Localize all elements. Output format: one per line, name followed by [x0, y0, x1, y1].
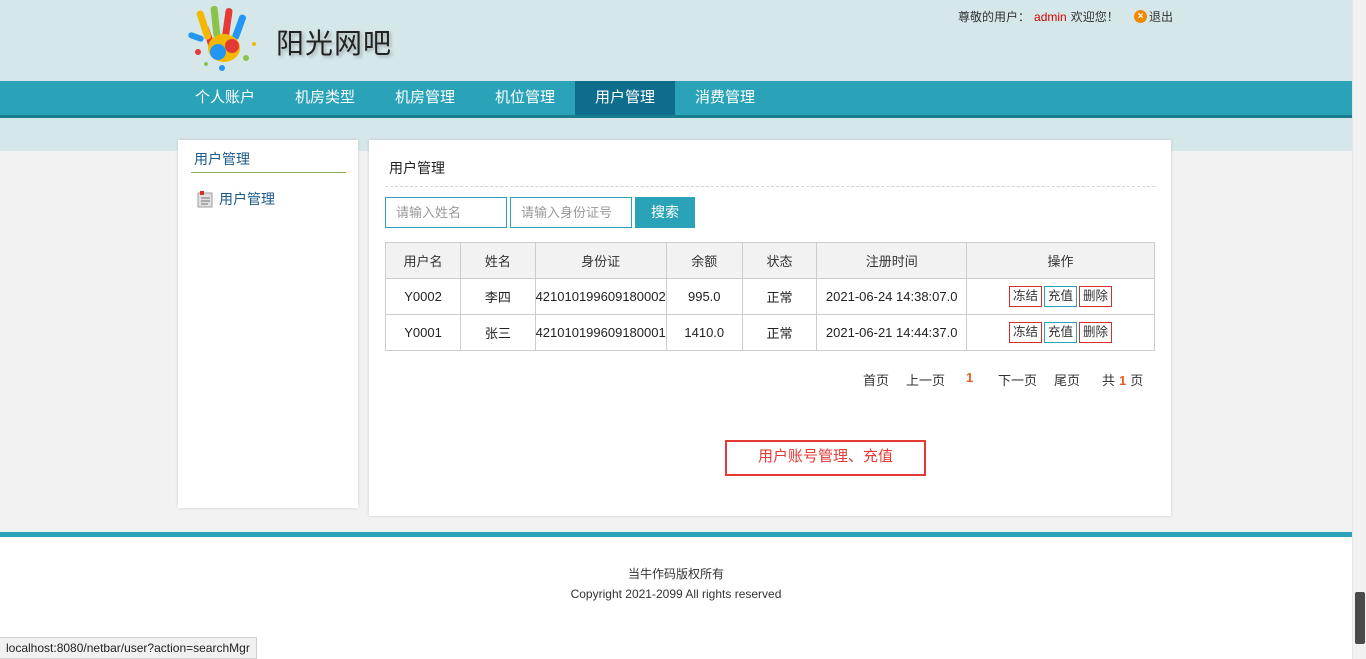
- name-search-input[interactable]: [385, 197, 507, 228]
- cell-username: Y0001: [384, 314, 462, 351]
- delete-button[interactable]: 删除: [1079, 286, 1113, 307]
- nav-item-seat-management[interactable]: 机位管理: [475, 81, 575, 115]
- document-icon: [197, 190, 213, 207]
- user-table: 用户名 姓名 身份证 余额 状态 注册时间 操作 Y0002 李四 421010…: [384, 242, 1155, 351]
- logout-label: 退出: [1149, 10, 1174, 24]
- cell-id-card: 421010199609180001: [534, 314, 667, 351]
- cell-id-card: 421010199609180002: [534, 278, 667, 315]
- site-name: 阳光网吧: [276, 28, 393, 59]
- search-button[interactable]: 搜索: [635, 197, 695, 228]
- browser-status-url: localhost:8080/netbar/user?action=search…: [0, 637, 257, 659]
- column-header-id-card: 身份证: [534, 242, 667, 279]
- title-divider: [385, 186, 1155, 187]
- table-header-row: 用户名 姓名 身份证 余额 状态 注册时间 操作: [384, 242, 1155, 279]
- freeze-button[interactable]: 冻结: [1009, 286, 1043, 307]
- cell-balance: 1410.0: [665, 314, 743, 351]
- pager-first[interactable]: 首页: [863, 370, 889, 389]
- footer-copyright-en: Copyright 2021-2099 All rights reserved: [570, 587, 782, 601]
- table-row: Y0002 李四 421010199609180002 995.0 正常 202…: [384, 278, 1155, 315]
- annotation-box: 用户账号管理、充值: [725, 440, 926, 476]
- column-header-actions: 操作: [966, 242, 1155, 279]
- sidebar-item-user-management[interactable]: 用户管理: [197, 189, 275, 209]
- sidebar-divider: [191, 172, 346, 173]
- welcome-text: 尊敬的用户： admin 欢迎您！: [958, 8, 1119, 25]
- welcome-suffix: 欢迎您！: [1070, 10, 1119, 24]
- nav-item-personal-account[interactable]: 个人账户: [175, 81, 275, 115]
- cell-actions: 冻结 充值 删除: [966, 278, 1155, 315]
- cell-name: 张三: [460, 314, 536, 351]
- nav-item-consumption-management[interactable]: 消费管理: [675, 81, 775, 115]
- sidebar-item-label: 用户管理: [219, 191, 275, 207]
- pager-last[interactable]: 尾页: [1054, 370, 1080, 389]
- recharge-button[interactable]: 充值: [1044, 286, 1078, 307]
- nav-item-user-management[interactable]: 用户管理: [575, 81, 675, 115]
- sidebar: 用户管理 用户管理: [178, 140, 358, 508]
- column-header-reg-time: 注册时间: [816, 242, 968, 279]
- cell-actions: 冻结 充值 删除: [966, 314, 1155, 351]
- delete-button[interactable]: 删除: [1079, 322, 1113, 343]
- pager-total-suffix: 页: [1130, 373, 1144, 388]
- table-row: Y0001 张三 421010199609180001 1410.0 正常 20…: [384, 314, 1155, 351]
- page-scrollbar[interactable]: [1352, 0, 1366, 659]
- sidebar-title: 用户管理: [194, 151, 250, 167]
- cell-reg-time: 2021-06-24 14:38:07.0: [816, 278, 968, 315]
- column-header-balance: 余额: [665, 242, 743, 279]
- nav-item-room-type[interactable]: 机房类型: [275, 81, 375, 115]
- recharge-button[interactable]: 充值: [1044, 322, 1078, 343]
- footer-copyright-cn: 当牛作码版权所有: [627, 567, 724, 581]
- pager-current[interactable]: 1: [966, 370, 973, 385]
- cell-balance: 995.0: [665, 278, 743, 315]
- id-card-search-input[interactable]: [510, 197, 632, 228]
- cell-username: Y0002: [384, 278, 462, 315]
- scrollbar-thumb[interactable]: [1355, 592, 1365, 644]
- cell-status: 正常: [741, 314, 818, 351]
- pager-total-prefix: 共: [1102, 373, 1116, 388]
- nav-item-room-management[interactable]: 机房管理: [375, 81, 475, 115]
- column-header-username: 用户名: [384, 242, 462, 279]
- column-header-name: 姓名: [460, 242, 536, 279]
- freeze-button[interactable]: 冻结: [1009, 322, 1043, 343]
- pager-prev[interactable]: 上一页: [906, 370, 945, 389]
- logout-icon: ×: [1134, 10, 1147, 23]
- hand-logo-icon: [188, 5, 256, 71]
- welcome-prefix: 尊敬的用户：: [958, 10, 1031, 24]
- header: 阳光网吧 尊敬的用户： admin 欢迎您！ × 退出: [0, 0, 1352, 81]
- pager-total: 共1页: [1102, 370, 1143, 389]
- main-nav: 个人账户 机房类型 机房管理 机位管理 用户管理 消费管理: [0, 81, 1352, 118]
- pager-total-count: 1: [1119, 373, 1127, 388]
- page-title: 用户管理: [389, 160, 445, 176]
- logout-link[interactable]: × 退出: [1134, 8, 1173, 25]
- column-header-status: 状态: [741, 242, 818, 279]
- cell-reg-time: 2021-06-21 14:44:37.0: [816, 314, 968, 351]
- main-content: 用户管理 搜索 用户名 姓名 身份证 余额 状态 注册时间 操作 Y0002 李…: [369, 140, 1171, 516]
- pager-next[interactable]: 下一页: [998, 370, 1037, 389]
- current-username: admin: [1034, 10, 1067, 24]
- cell-status: 正常: [741, 278, 818, 315]
- cell-name: 李四: [460, 278, 536, 315]
